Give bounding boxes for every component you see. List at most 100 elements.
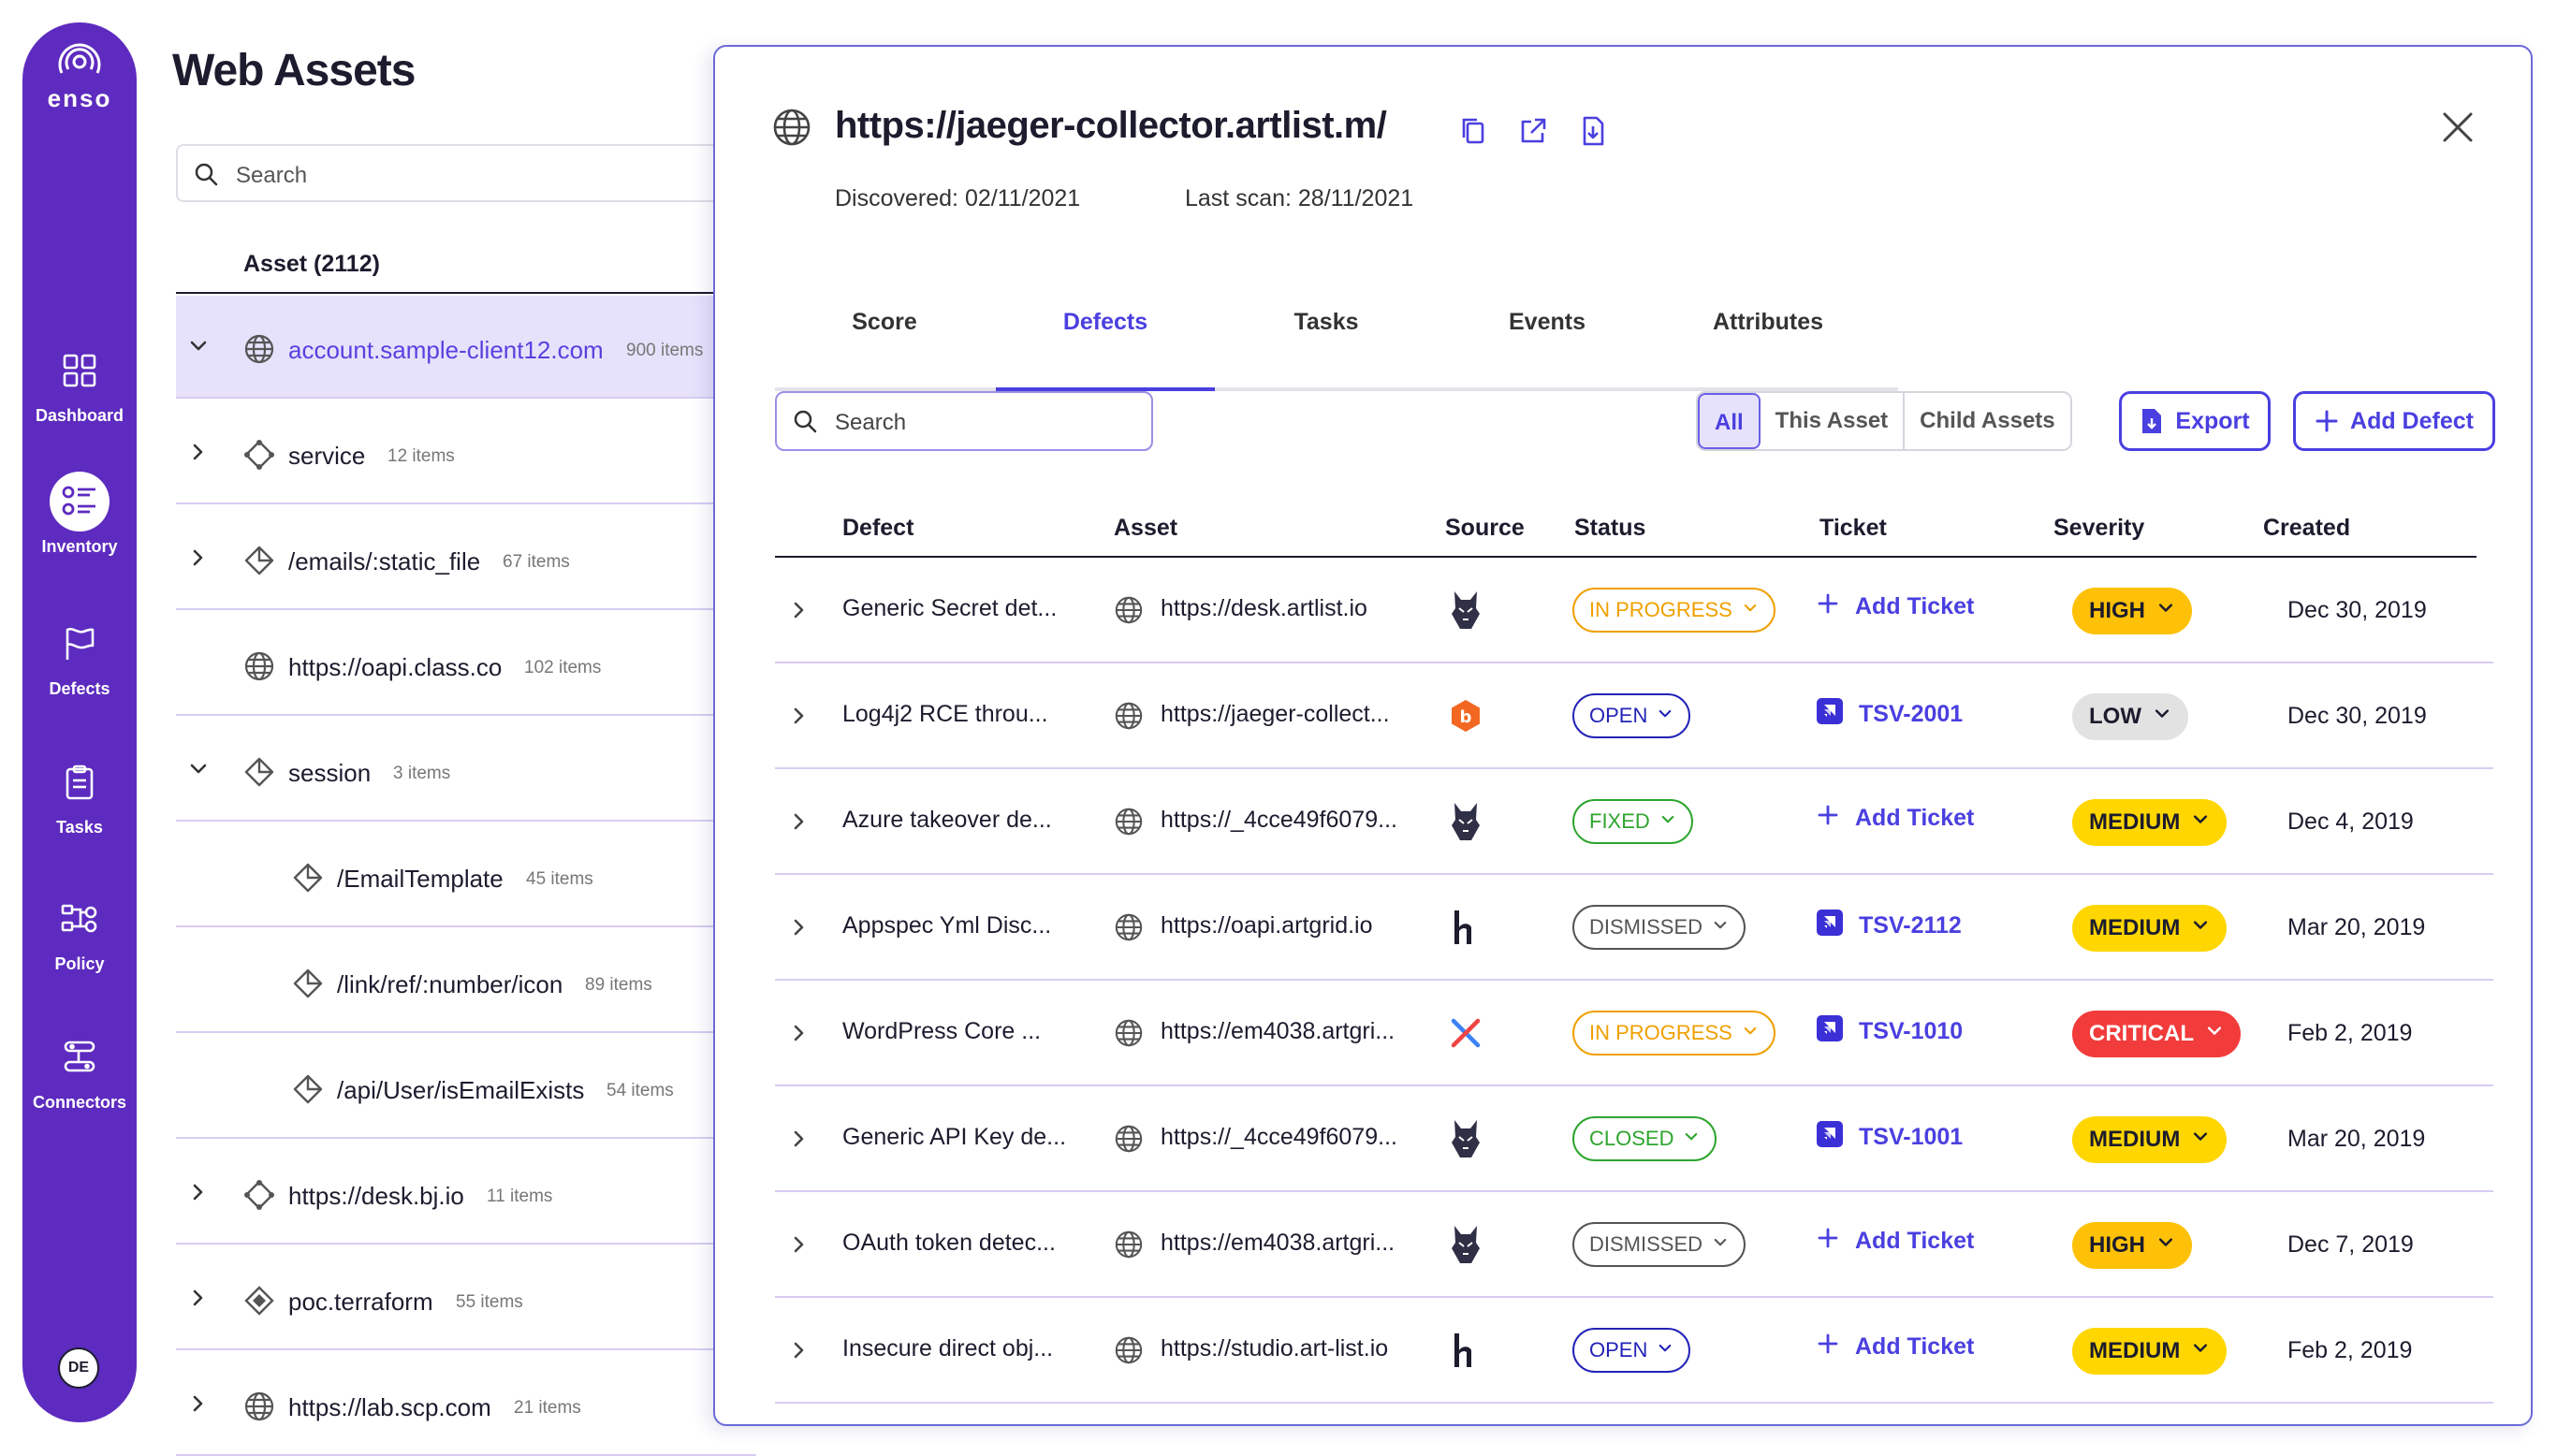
tab-attributes[interactable]: Attributes	[1658, 309, 1878, 391]
defect-asset[interactable]: https://em4038.artgri...	[1161, 1230, 1395, 1257]
defect-asset[interactable]: https://studio.art-list.io	[1161, 1335, 1388, 1362]
asset-tree-row[interactable]: https://desk.bj.io 11 items	[176, 1142, 756, 1245]
nav-connectors[interactable]: Connectors	[22, 1027, 137, 1113]
severity-dropdown[interactable]: HIGH	[2072, 588, 2192, 634]
defect-asset[interactable]: https://em4038.artgri...	[1161, 1018, 1395, 1045]
defect-name[interactable]: WordPress Core ...	[842, 1018, 1041, 1045]
severity-dropdown[interactable]: HIGH	[2072, 1222, 2192, 1269]
expand-row-icon[interactable]	[788, 1128, 809, 1148]
chevron-down-icon	[2156, 1232, 2175, 1259]
asset-tree-row[interactable]: /api/User/isEmailExists 54 items	[176, 1036, 756, 1139]
export-button[interactable]: Export	[2119, 391, 2271, 451]
chevron-right-icon[interactable]	[187, 546, 210, 569]
asset-tree-row[interactable]: session 3 items	[176, 719, 756, 822]
asset-name: /api/User/isEmailExists	[337, 1076, 585, 1104]
enso-logo[interactable]: enso	[22, 41, 137, 113]
status-label: CLOSED	[1589, 1127, 1674, 1150]
severity-dropdown[interactable]: MEDIUM	[2072, 905, 2228, 952]
tab-events[interactable]: Events	[1438, 309, 1657, 391]
defect-name[interactable]: Appspec Yml Disc...	[842, 912, 1051, 939]
nav-policy[interactable]: Policy	[22, 889, 137, 974]
ticket-link[interactable]: TSV-2112	[1816, 909, 1962, 943]
defect-asset[interactable]: https://_4cce49f6079...	[1161, 1124, 1397, 1151]
defect-name[interactable]: Azure takeover de...	[842, 807, 1052, 834]
status-dropdown[interactable]: DISMISSED	[1572, 905, 1746, 950]
close-icon[interactable]	[2437, 107, 2478, 148]
status-dropdown[interactable]: IN PROGRESS	[1572, 1011, 1775, 1056]
expand-row-icon[interactable]	[788, 916, 809, 937]
open-external-icon[interactable]	[1516, 114, 1550, 148]
nav-defects[interactable]: Defects	[22, 614, 137, 699]
add-ticket-link[interactable]: Add Ticket	[1816, 803, 1974, 834]
severity-dropdown[interactable]: MEDIUM	[2072, 799, 2228, 846]
defect-name[interactable]: Generic Secret det...	[842, 595, 1057, 622]
add-ticket-link[interactable]: Add Ticket	[1816, 1226, 1974, 1257]
add-defect-button[interactable]: Add Defect	[2293, 391, 2495, 451]
severity-dropdown[interactable]: LOW	[2072, 693, 2188, 740]
nav-inventory[interactable]: Inventory	[22, 472, 137, 557]
severity-dropdown[interactable]: MEDIUM	[2072, 1116, 2228, 1163]
status-dropdown[interactable]: FIXED	[1572, 799, 1693, 844]
ticket-link[interactable]: TSV-2001	[1816, 697, 1963, 732]
user-avatar[interactable]: DE	[58, 1347, 99, 1389]
status-dropdown[interactable]: IN PROGRESS	[1572, 588, 1775, 633]
expand-row-icon[interactable]	[788, 1233, 809, 1254]
nav-dashboard[interactable]: Dashboard	[22, 341, 137, 426]
defect-search-input[interactable]: Search	[775, 391, 1153, 451]
tab-tasks[interactable]: Tasks	[1217, 309, 1436, 391]
chevron-right-icon[interactable]	[187, 441, 210, 463]
add-ticket-link[interactable]: Add Ticket	[1816, 591, 1974, 622]
expand-row-icon[interactable]	[788, 705, 809, 725]
severity-dropdown[interactable]: MEDIUM	[2072, 1328, 2228, 1375]
chevron-right-icon[interactable]	[187, 1287, 210, 1309]
filter-child-assets[interactable]: Child Assets	[1905, 393, 2069, 449]
ticket-link[interactable]: TSV-1010	[1816, 1014, 1963, 1049]
defect-name[interactable]: OAuth token detec...	[842, 1230, 1056, 1257]
chevron-down-icon[interactable]	[187, 335, 210, 357]
wolf-logo-icon	[1445, 1118, 1486, 1159]
defect-name[interactable]: Insecure direct obj...	[842, 1335, 1053, 1362]
nav-tasks[interactable]: Tasks	[22, 752, 137, 837]
created-date: Dec 30, 2019	[2287, 597, 2427, 623]
asset-tree-row[interactable]: https://lab.scp.com 21 items	[176, 1353, 756, 1456]
asset-tree-row[interactable]: poc.terraform 55 items	[176, 1247, 756, 1350]
asset-search-input[interactable]: Search	[176, 144, 756, 202]
defect-asset[interactable]: https://oapi.artgrid.io	[1161, 912, 1373, 939]
status-dropdown[interactable]: OPEN	[1572, 693, 1691, 738]
defect-asset[interactable]: https://_4cce49f6079...	[1161, 807, 1397, 834]
chevron-down-icon	[1712, 1232, 1729, 1257]
status-dropdown[interactable]: OPEN	[1572, 1328, 1691, 1373]
globe-icon	[1114, 595, 1144, 630]
chevron-right-icon[interactable]	[187, 1181, 210, 1203]
defect-asset[interactable]: https://desk.artlist.io	[1161, 595, 1367, 622]
ticket-label: TSV-2001	[1859, 701, 1964, 727]
expand-row-icon[interactable]	[788, 1022, 809, 1042]
expand-row-icon[interactable]	[788, 599, 809, 619]
status-dropdown[interactable]: DISMISSED	[1572, 1222, 1746, 1267]
expand-row-icon[interactable]	[788, 1339, 809, 1360]
asset-tree-row[interactable]: /emails/:static_file 67 items	[176, 507, 756, 610]
asset-tree-row[interactable]: /link/ref/:number/icon 89 items	[176, 930, 756, 1033]
cross-logo-icon	[1445, 1012, 1486, 1054]
filter-all[interactable]: All	[1698, 393, 1761, 449]
expand-row-icon[interactable]	[788, 810, 809, 831]
tab-defects[interactable]: Defects	[996, 309, 1215, 391]
chevron-down-icon[interactable]	[187, 758, 210, 780]
asset-tree-row[interactable]: account.sample-client12.com 900 items	[176, 296, 756, 399]
inventory-icon	[50, 472, 110, 531]
download-icon[interactable]	[1576, 114, 1610, 148]
chevron-right-icon[interactable]	[187, 1392, 210, 1415]
asset-tree-row[interactable]: service 12 items	[176, 401, 756, 504]
asset-tree-row[interactable]: /EmailTemplate 45 items	[176, 824, 756, 927]
copy-icon[interactable]	[1456, 114, 1490, 148]
defect-name[interactable]: Log4j2 RCE throu...	[842, 701, 1048, 728]
add-ticket-link[interactable]: Add Ticket	[1816, 1332, 1974, 1362]
defect-asset[interactable]: https://jaeger-collect...	[1161, 701, 1390, 728]
tab-score[interactable]: Score	[775, 309, 994, 391]
filter-this-asset[interactable]: This Asset	[1761, 393, 1906, 449]
defect-name[interactable]: Generic API Key de...	[842, 1124, 1066, 1151]
ticket-link[interactable]: TSV-1001	[1816, 1120, 1963, 1155]
severity-dropdown[interactable]: CRITICAL	[2072, 1011, 2241, 1057]
asset-tree-row[interactable]: https://oapi.class.co 102 items	[176, 613, 756, 716]
status-dropdown[interactable]: CLOSED	[1572, 1116, 1717, 1161]
